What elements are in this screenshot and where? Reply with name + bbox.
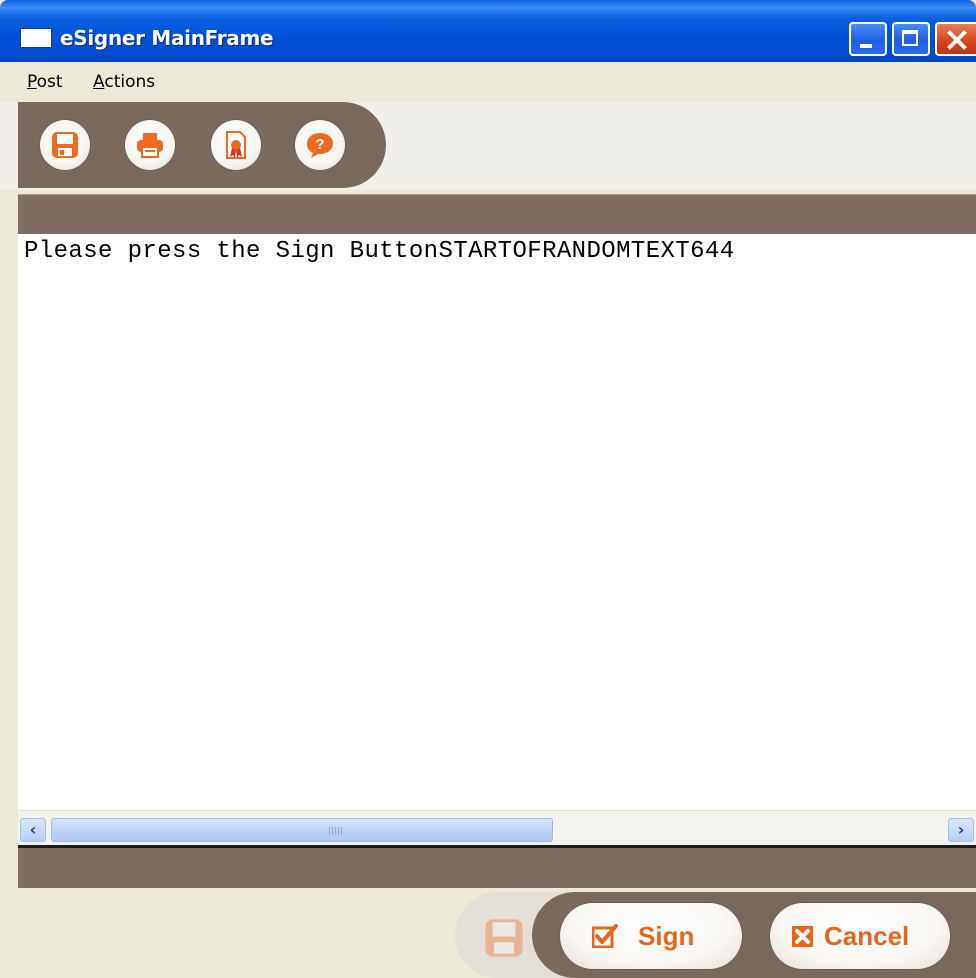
save-button[interactable] xyxy=(40,120,90,170)
minimize-button[interactable] xyxy=(849,22,887,56)
horizontal-scrollbar[interactable]: ‹ › xyxy=(18,810,976,845)
certificate-icon xyxy=(226,131,246,159)
app-window-icon xyxy=(20,28,52,48)
chevron-left-icon: ‹ xyxy=(29,820,37,839)
menu-post-label: ost xyxy=(36,72,63,92)
help-button[interactable]: ? xyxy=(295,120,345,170)
certificate-button[interactable] xyxy=(211,120,261,170)
scroll-right-button[interactable]: › xyxy=(948,818,974,842)
checkbox-check-icon xyxy=(592,924,618,948)
scroll-grip-icon xyxy=(329,827,343,835)
main-window: eSigner MainFrame Post Actions ? Please … xyxy=(0,0,976,978)
window-title: eSigner MainFrame xyxy=(60,26,274,50)
document-view[interactable]: Please press the Sign ButtonSTARTOFRANDO… xyxy=(18,234,976,810)
svg-text:?: ? xyxy=(315,136,324,153)
close-button[interactable] xyxy=(935,22,976,56)
sign-button-label: Sign xyxy=(638,921,695,951)
scroll-thumb[interactable] xyxy=(51,818,553,842)
print-button[interactable] xyxy=(125,120,175,170)
maximize-button[interactable] xyxy=(892,22,930,56)
sign-button[interactable]: Sign xyxy=(560,903,742,969)
cancel-x-icon xyxy=(792,926,813,947)
menu-bar: Post Actions xyxy=(0,62,976,102)
menu-post[interactable]: Post xyxy=(27,72,63,92)
content-footer-bar xyxy=(18,848,976,888)
floppy-save-icon xyxy=(52,132,78,158)
chevron-right-icon: › xyxy=(957,820,965,839)
menu-actions[interactable]: Actions xyxy=(93,72,155,92)
cancel-button[interactable]: Cancel xyxy=(770,903,950,969)
disabled-save-icon xyxy=(485,919,523,957)
scroll-left-button[interactable]: ‹ xyxy=(20,818,46,842)
help-icon: ? xyxy=(307,133,333,158)
content-header-bar xyxy=(18,194,976,235)
title-bar[interactable]: eSigner MainFrame xyxy=(0,0,976,62)
menu-actions-label: ctions xyxy=(104,72,156,92)
document-text: Please press the Sign ButtonSTARTOFRANDO… xyxy=(24,238,735,265)
menu-actions-mnemonic: A xyxy=(93,72,105,92)
menu-post-mnemonic: P xyxy=(27,72,37,92)
cancel-button-label: Cancel xyxy=(824,921,910,951)
printer-icon xyxy=(137,133,163,158)
